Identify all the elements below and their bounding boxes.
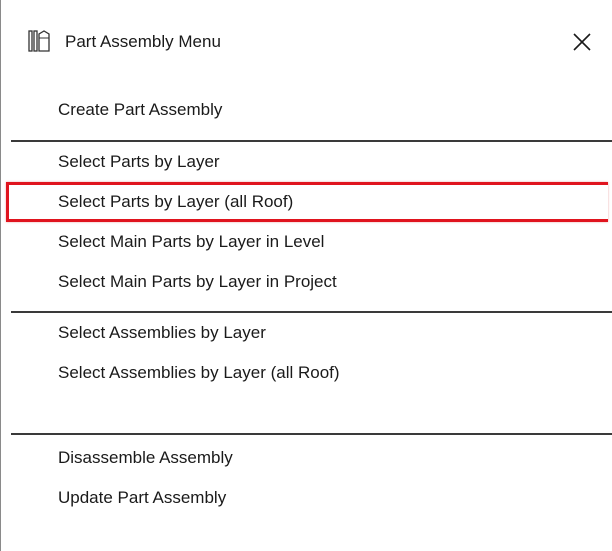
title-bar: Part Assembly Menu xyxy=(1,0,612,84)
menu-item-label: Select Parts by Layer (all Roof) xyxy=(58,192,294,211)
columns-building-icon xyxy=(28,30,50,52)
menu-item-label: Select Main Parts by Layer in Project xyxy=(58,272,337,291)
menu-item-label: Select Main Parts by Layer in Level xyxy=(58,232,325,251)
close-icon xyxy=(573,33,591,51)
menu-item-label: Disassemble Assembly xyxy=(58,448,233,467)
menu-item-select-parts-by-layer-all-roof[interactable]: Select Parts by Layer (all Roof) xyxy=(1,182,612,222)
menu-item-select-main-parts-by-layer-in-level[interactable]: Select Main Parts by Layer in Level xyxy=(1,222,612,262)
menu-item-update-part-assembly[interactable]: Update Part Assembly xyxy=(1,478,612,518)
menu-item-label: Update Part Assembly xyxy=(58,488,227,507)
menu-item-create-part-assembly[interactable]: Create Part Assembly xyxy=(1,90,612,130)
menu-item-label: Create Part Assembly xyxy=(58,100,223,119)
close-button[interactable] xyxy=(567,27,597,57)
part-assembly-menu-window: Part Assembly Menu Create Part Assembly … xyxy=(0,0,612,551)
menu-item-label: Select Parts by Layer xyxy=(58,152,220,171)
menu-item-select-main-parts-by-layer-in-project[interactable]: Select Main Parts by Layer in Project xyxy=(1,262,612,302)
menu-item-label: Select Assemblies by Layer xyxy=(58,323,266,342)
window-title: Part Assembly Menu xyxy=(65,32,221,51)
menu-item-select-assemblies-by-layer-all-roof[interactable]: Select Assemblies by Layer (all Roof) xyxy=(1,353,612,393)
menu-item-label: Select Assemblies by Layer (all Roof) xyxy=(58,363,340,382)
menu-item-select-assemblies-by-layer[interactable]: Select Assemblies by Layer xyxy=(1,313,612,353)
menu-item-disassemble-assembly[interactable]: Disassemble Assembly xyxy=(1,438,612,478)
menu-separator xyxy=(11,433,612,435)
menu-item-select-parts-by-layer[interactable]: Select Parts by Layer xyxy=(1,142,612,182)
